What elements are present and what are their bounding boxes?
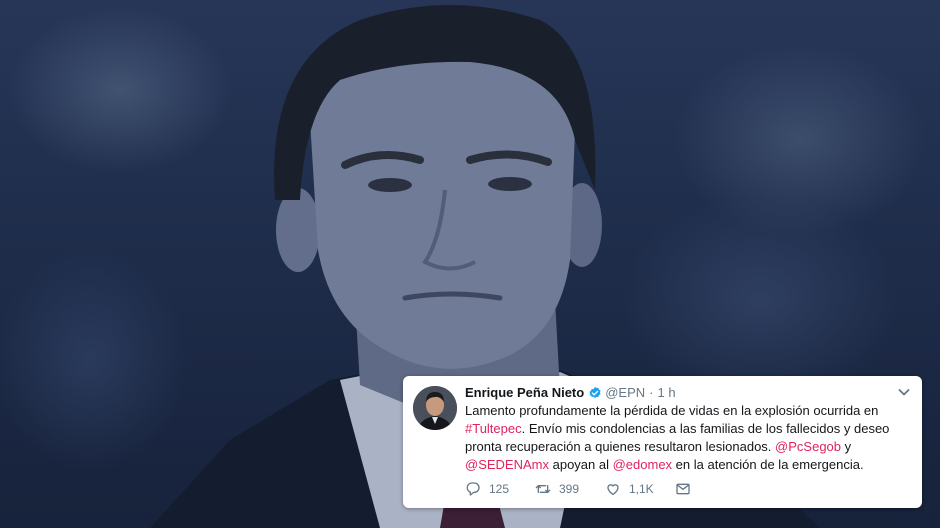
mention-link[interactable]: @edomex xyxy=(613,457,672,472)
text-segment: apoyan al xyxy=(549,457,613,472)
tweet-actions: 125 399 1,1K xyxy=(465,481,691,497)
hashtag-link[interactable]: #Tultepec xyxy=(465,421,522,436)
avatar[interactable] xyxy=(413,386,457,430)
reply-count: 125 xyxy=(489,482,510,496)
verified-badge-icon xyxy=(589,386,601,398)
direct-message-button[interactable] xyxy=(675,481,691,497)
tweet-card: Enrique Peña Nieto @EPN · 1 h Lamento pr… xyxy=(403,376,922,508)
text-segment: y xyxy=(841,439,852,454)
tweet-header: Enrique Peña Nieto @EPN · 1 h xyxy=(465,385,676,400)
chevron-down-icon[interactable] xyxy=(896,384,912,400)
reply-icon xyxy=(466,482,480,496)
tweet-text: Lamento profundamente la pérdida de vida… xyxy=(465,402,913,474)
text-segment: Lamento profundamente la pérdida de vida… xyxy=(465,403,879,418)
text-segment: en la atención de la emergencia. xyxy=(672,457,864,472)
like-button[interactable]: 1,1K xyxy=(605,481,675,497)
author-name[interactable]: Enrique Peña Nieto xyxy=(465,385,584,400)
author-handle[interactable]: @EPN xyxy=(605,385,645,400)
retweet-button[interactable]: 399 xyxy=(535,481,605,497)
separator-dot: · xyxy=(649,385,654,400)
tweet-time[interactable]: 1 h xyxy=(657,385,675,400)
retweet-count: 399 xyxy=(559,482,580,496)
retweet-icon xyxy=(535,485,551,493)
mention-link[interactable]: @SEDENAmx xyxy=(465,457,549,472)
like-icon xyxy=(607,484,619,495)
reply-button[interactable]: 125 xyxy=(465,481,535,497)
message-icon xyxy=(676,483,690,495)
mention-link[interactable]: @PcSegob xyxy=(775,439,841,454)
like-count: 1,1K xyxy=(629,482,654,496)
